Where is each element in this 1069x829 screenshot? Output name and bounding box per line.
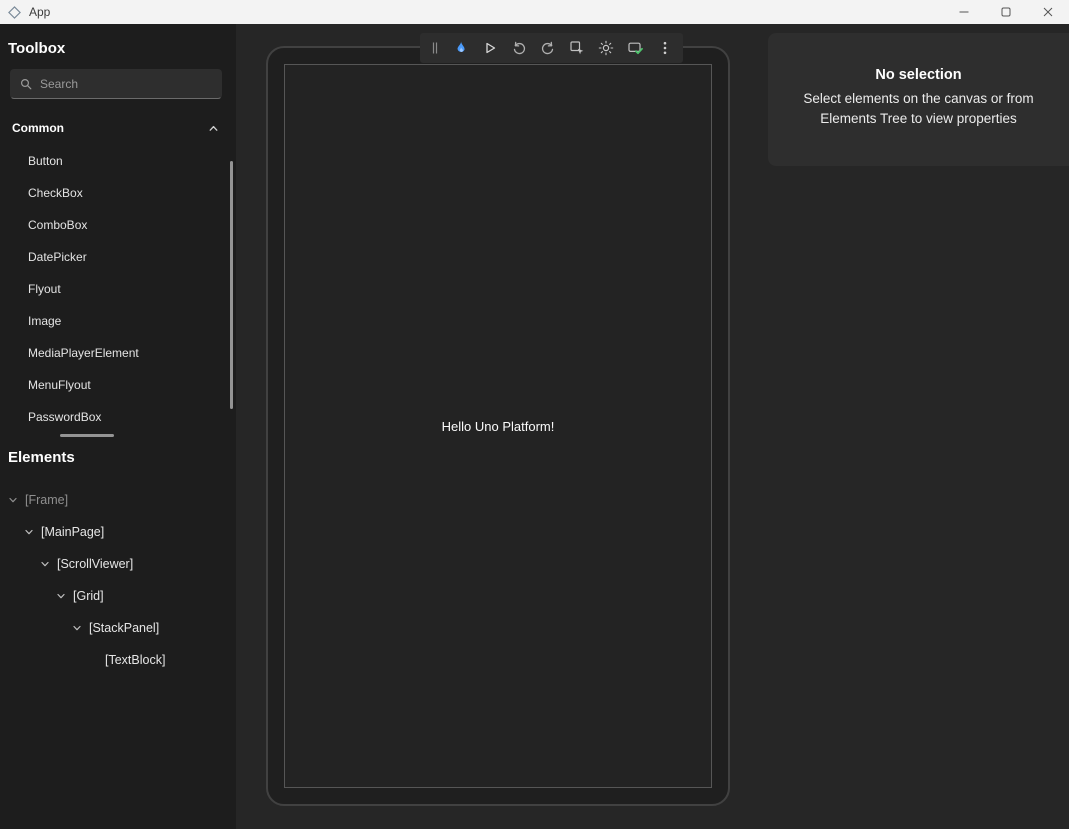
minimize-button[interactable] — [943, 0, 985, 24]
toolbox-item-combobox[interactable]: ComboBox — [0, 209, 236, 241]
toolbox-item-button[interactable]: Button — [0, 145, 236, 177]
chevron-down-icon[interactable] — [72, 623, 82, 633]
app-logo-icon — [8, 6, 21, 19]
titlebar: App — [0, 0, 1069, 24]
tree-node-frame[interactable]: [Frame] — [0, 484, 236, 516]
device-frame: Hello Uno Platform! — [266, 46, 730, 806]
chevron-down-icon[interactable] — [56, 591, 66, 601]
drag-handle-icon[interactable] — [430, 40, 440, 56]
tree-node-label: [TextBlock] — [105, 653, 165, 667]
sidebar: Toolbox Common Button CheckBox ComboBox … — [0, 24, 236, 829]
toolbox-list: Button CheckBox ComboBox DatePicker Flyo… — [0, 145, 236, 433]
no-selection-message-line1: Select elements on the canvas or from — [786, 89, 1051, 109]
undo-icon[interactable] — [511, 40, 527, 56]
tree-node-label: [Grid] — [73, 589, 104, 603]
hot-reload-status-icon[interactable] — [627, 40, 644, 56]
toolbox-item-datepicker[interactable]: DatePicker — [0, 241, 236, 273]
tree-node-label: [StackPanel] — [89, 621, 159, 635]
no-selection-message-line2: Elements Tree to view properties — [786, 109, 1051, 129]
elements-title: Elements — [0, 433, 236, 478]
tree-node-label: [Frame] — [25, 493, 68, 507]
search-input[interactable] — [40, 77, 212, 91]
tree-node-scrollviewer[interactable]: [ScrollViewer] — [0, 548, 236, 580]
chevron-down-icon[interactable] — [8, 495, 18, 505]
window-controls — [943, 0, 1069, 24]
theme-toggle-icon[interactable] — [598, 40, 614, 56]
tree-node-label: [MainPage] — [41, 525, 104, 539]
chevron-up-icon — [208, 123, 219, 134]
toolbox-section-common[interactable]: Common — [0, 111, 236, 145]
toolbox-item-checkbox[interactable]: CheckBox — [0, 177, 236, 209]
canvas-toolbar — [420, 33, 683, 63]
more-options-icon[interactable] — [657, 40, 673, 56]
device-screen: Hello Uno Platform! — [284, 64, 712, 788]
toolbox-item-image[interactable]: Image — [0, 305, 236, 337]
elements-tree: [Frame] [MainPage] [ScrollViewer] [Grid]… — [0, 484, 236, 676]
toolbox-title: Toolbox — [0, 24, 236, 69]
chevron-down-icon[interactable] — [24, 527, 34, 537]
maximize-button[interactable] — [985, 0, 1027, 24]
search-icon — [20, 78, 32, 90]
no-selection-title: No selection — [786, 67, 1051, 83]
tree-node-mainpage[interactable]: [MainPage] — [0, 516, 236, 548]
chevron-down-icon[interactable] — [40, 559, 50, 569]
toolbox-item-mediaplayerelement[interactable]: MediaPlayerElement — [0, 337, 236, 369]
redo-icon[interactable] — [540, 40, 556, 56]
toolbox-scrollbar-horizontal[interactable] — [60, 434, 114, 437]
tree-node-stackpanel[interactable]: [StackPanel] — [0, 612, 236, 644]
properties-panel: No selection Select elements on the canv… — [768, 33, 1069, 166]
toolbox-item-passwordbox[interactable]: PasswordBox — [0, 401, 236, 433]
toolbox-item-flyout[interactable]: Flyout — [0, 273, 236, 305]
tree-node-label: [ScrollViewer] — [57, 557, 133, 571]
hot-reload-flame-icon[interactable] — [453, 40, 469, 56]
close-button[interactable] — [1027, 0, 1069, 24]
play-button-icon[interactable] — [482, 40, 498, 56]
hello-textblock: Hello Uno Platform! — [442, 419, 555, 434]
search-box — [10, 69, 222, 99]
section-label: Common — [12, 121, 64, 135]
tree-node-textblock[interactable]: [TextBlock] — [0, 644, 236, 676]
toolbox-item-menuflyout[interactable]: MenuFlyout — [0, 369, 236, 401]
element-picker-icon[interactable] — [569, 40, 585, 56]
toolbox-scrollbar-vertical[interactable] — [230, 161, 233, 409]
window-title: App — [29, 5, 50, 19]
tree-node-grid[interactable]: [Grid] — [0, 580, 236, 612]
